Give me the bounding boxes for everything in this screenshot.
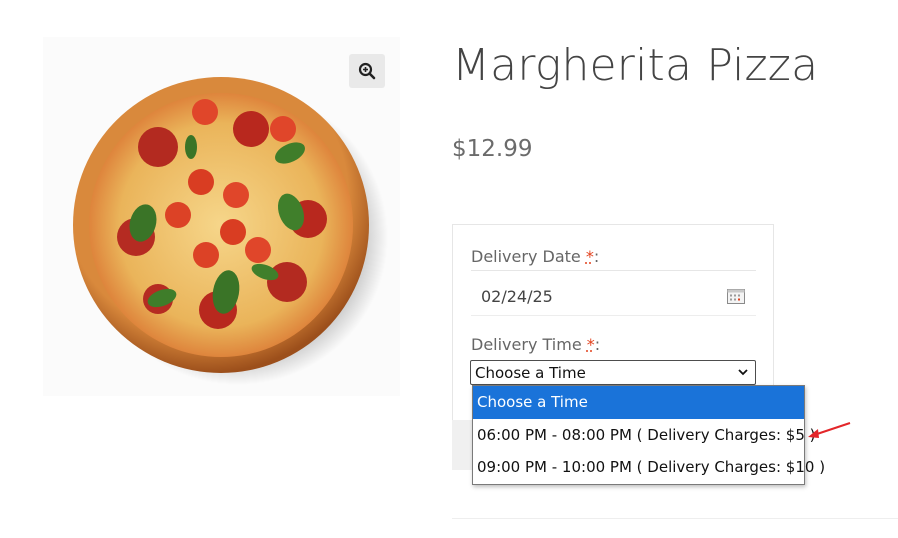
delivery-date-label-text: Delivery Date xyxy=(471,247,581,266)
chevron-down-icon xyxy=(738,369,748,376)
add-to-cart-button-partial xyxy=(452,420,472,470)
product-price: $12.99 xyxy=(452,136,533,162)
annotation-arrow-icon xyxy=(808,422,851,438)
label-colon: : xyxy=(594,335,601,354)
time-option[interactable]: 09:00 PM - 10:00 PM ( Delivery Charges: … xyxy=(473,451,825,483)
delivery-time-label: Delivery Time *: xyxy=(471,335,600,354)
divider xyxy=(471,270,756,271)
required-marker: * xyxy=(585,247,594,266)
delivery-time-label-text: Delivery Time xyxy=(471,335,582,354)
delivery-date-input[interactable]: 02/24/25 xyxy=(471,278,756,316)
pizza-image xyxy=(73,77,388,385)
selected-time-value: Choose a Time xyxy=(475,364,586,382)
delivery-date-label: Delivery Date *: xyxy=(471,247,599,266)
product-title: Margherita Pizza xyxy=(452,40,819,91)
delivery-time-select[interactable]: Choose a Time xyxy=(470,360,756,385)
zoom-in-icon xyxy=(358,62,376,80)
time-options-dropdown: Choose a Time 06:00 PM - 08:00 PM ( Deli… xyxy=(472,385,825,485)
product-image[interactable] xyxy=(43,37,400,396)
required-marker: * xyxy=(586,335,595,354)
divider xyxy=(452,518,898,519)
label-colon: : xyxy=(593,247,600,266)
time-option[interactable]: Choose a Time xyxy=(473,386,804,419)
time-option[interactable]: 06:00 PM - 08:00 PM ( Delivery Charges: … xyxy=(473,419,816,451)
calendar-icon[interactable] xyxy=(727,288,745,304)
zoom-button[interactable] xyxy=(349,54,385,88)
